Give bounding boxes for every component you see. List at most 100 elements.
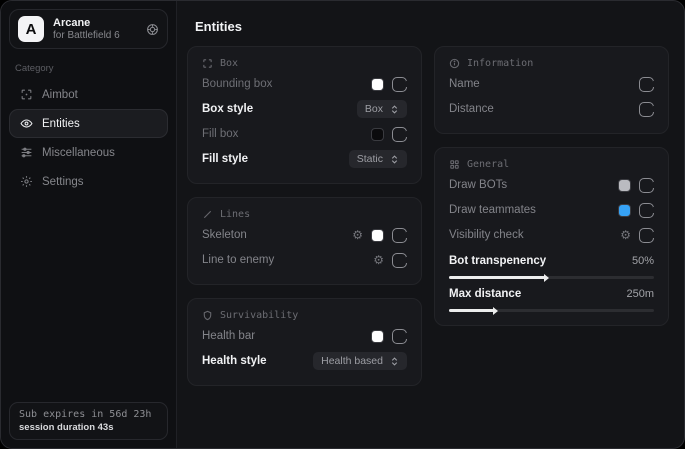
section-header: Lines: [220, 209, 250, 220]
visibility-config-gear-icon[interactable]: ⚙: [620, 229, 631, 241]
section-header: General: [467, 159, 509, 170]
sidebar-item-entities[interactable]: Entities: [9, 109, 168, 138]
eye-icon: [19, 117, 33, 130]
dropdown-value: Box: [365, 103, 383, 115]
setting-row-box-style: Box style Box: [202, 98, 407, 120]
setting-label: Bot transpenency: [449, 255, 546, 267]
panel-information: Information Name Distance: [434, 46, 669, 134]
setting-row-health-style: Health style Health based: [202, 350, 407, 372]
line-icon: [202, 209, 213, 220]
fill-box-checkbox[interactable]: [392, 127, 407, 142]
setting-row-health-bar: Health bar: [202, 325, 407, 347]
dropdown-value: Health based: [321, 355, 383, 367]
setting-row-line-to-enemy: Line to enemy ⚙: [202, 249, 407, 271]
skeleton-config-gear-icon[interactable]: ⚙: [352, 229, 363, 241]
sidebar-item-settings[interactable]: Settings: [9, 167, 168, 196]
sidebar-item-label: Miscellaneous: [42, 147, 115, 159]
color-swatch[interactable]: [371, 229, 384, 242]
section-header: Survivability: [220, 310, 298, 321]
color-swatch[interactable]: [371, 128, 384, 141]
panel-box: Box Bounding box Box style: [187, 46, 422, 184]
draw-bots-checkbox[interactable]: [639, 178, 654, 193]
bot-transparency-slider[interactable]: [449, 276, 654, 279]
box-style-dropdown[interactable]: Box: [357, 100, 407, 118]
shield-icon: [202, 310, 213, 321]
color-swatch[interactable]: [618, 204, 631, 217]
slider-fill: [449, 309, 494, 312]
setting-row-distance: Distance: [449, 98, 654, 120]
color-swatch[interactable]: [371, 78, 384, 91]
setting-row-max-distance: Max distance 250m: [449, 285, 654, 312]
visibility-check-checkbox[interactable]: [639, 228, 654, 243]
app-logo: A: [18, 16, 44, 42]
max-distance-slider[interactable]: [449, 309, 654, 312]
setting-row-draw-bots: Draw BOTs: [449, 174, 654, 196]
sliders-icon: [19, 146, 33, 159]
sub-expires-text: Sub expires in 56d 23h: [19, 409, 158, 420]
setting-label: Distance: [449, 103, 494, 115]
slider-fill: [449, 276, 545, 279]
setting-label: Visibility check: [449, 229, 524, 241]
setting-row-bot-transparency: Bot transpenency 50%: [449, 252, 654, 279]
section-header: Information: [467, 58, 533, 69]
sidebar-item-label: Aimbot: [42, 89, 78, 101]
setting-label: Fill box: [202, 128, 238, 140]
color-swatch[interactable]: [618, 179, 631, 192]
bounding-box-checkbox[interactable]: [392, 77, 407, 92]
skeleton-checkbox[interactable]: [392, 228, 407, 243]
setting-row-fill-style: Fill style Static: [202, 148, 407, 170]
unfold-icon: [390, 356, 399, 367]
health-bar-checkbox[interactable]: [392, 329, 407, 344]
sidebar: A Arcane for Battlefield 6 Category Aimb: [1, 1, 177, 448]
name-checkbox[interactable]: [639, 77, 654, 92]
app-window: A Arcane for Battlefield 6 Category Aimb: [0, 0, 685, 449]
sidebar-item-miscellaneous[interactable]: Miscellaneous: [9, 138, 168, 167]
distance-checkbox[interactable]: [639, 102, 654, 117]
session-duration-text: session duration 43s: [19, 422, 158, 433]
panel-lines: Lines Skeleton ⚙ Line to enemy: [187, 197, 422, 285]
grid-icon: [449, 159, 460, 170]
panel-survivability: Survivability Health bar Health style: [187, 298, 422, 386]
setting-row-visibility-check: Visibility check ⚙: [449, 224, 654, 246]
draw-teammates-checkbox[interactable]: [639, 203, 654, 218]
health-style-dropdown[interactable]: Health based: [313, 352, 407, 370]
setting-label: Name: [449, 78, 480, 90]
setting-label: Skeleton: [202, 229, 247, 241]
slider-value: 50%: [632, 255, 654, 267]
panel-general: General Draw BOTs Draw teammates: [434, 147, 669, 326]
app-subtitle: for Battlefield 6: [53, 30, 137, 42]
box-scan-icon: [202, 58, 213, 69]
setting-label: Bounding box: [202, 78, 272, 90]
app-title: Arcane: [53, 17, 137, 30]
main-content: Entities Box Bounding box: [177, 1, 684, 448]
sidebar-item-label: Settings: [42, 176, 84, 188]
setting-row-skeleton: Skeleton ⚙: [202, 224, 407, 246]
subscription-info-box: Sub expires in 56d 23h session duration …: [9, 402, 168, 440]
unfold-icon: [390, 154, 399, 165]
setting-row-bounding-box: Bounding box: [202, 73, 407, 95]
sidebar-item-aimbot[interactable]: Aimbot: [9, 80, 168, 109]
line-config-gear-icon[interactable]: ⚙: [373, 254, 384, 266]
setting-row-name: Name: [449, 73, 654, 95]
setting-row-draw-teammates: Draw teammates: [449, 199, 654, 221]
info-icon: [449, 58, 460, 69]
setting-label: Fill style: [202, 153, 248, 165]
sidebar-item-label: Entities: [42, 118, 80, 130]
setting-label: Health style: [202, 355, 267, 367]
line-to-enemy-checkbox[interactable]: [392, 253, 407, 268]
section-header: Box: [220, 58, 238, 69]
fill-style-dropdown[interactable]: Static: [349, 150, 407, 168]
slider-value: 250m: [626, 288, 654, 300]
crosshair-icon: [19, 88, 33, 101]
setting-label: Line to enemy: [202, 254, 274, 266]
setting-label: Max distance: [449, 288, 521, 300]
setting-label: Draw teammates: [449, 204, 536, 216]
setting-label: Box style: [202, 103, 253, 115]
lifebuoy-icon[interactable]: [146, 23, 159, 36]
app-logo-card: A Arcane for Battlefield 6: [9, 9, 168, 49]
setting-label: Health bar: [202, 330, 255, 342]
dropdown-value: Static: [357, 153, 383, 165]
gear-icon: [19, 175, 33, 188]
color-swatch[interactable]: [371, 330, 384, 343]
category-label: Category: [15, 63, 162, 74]
